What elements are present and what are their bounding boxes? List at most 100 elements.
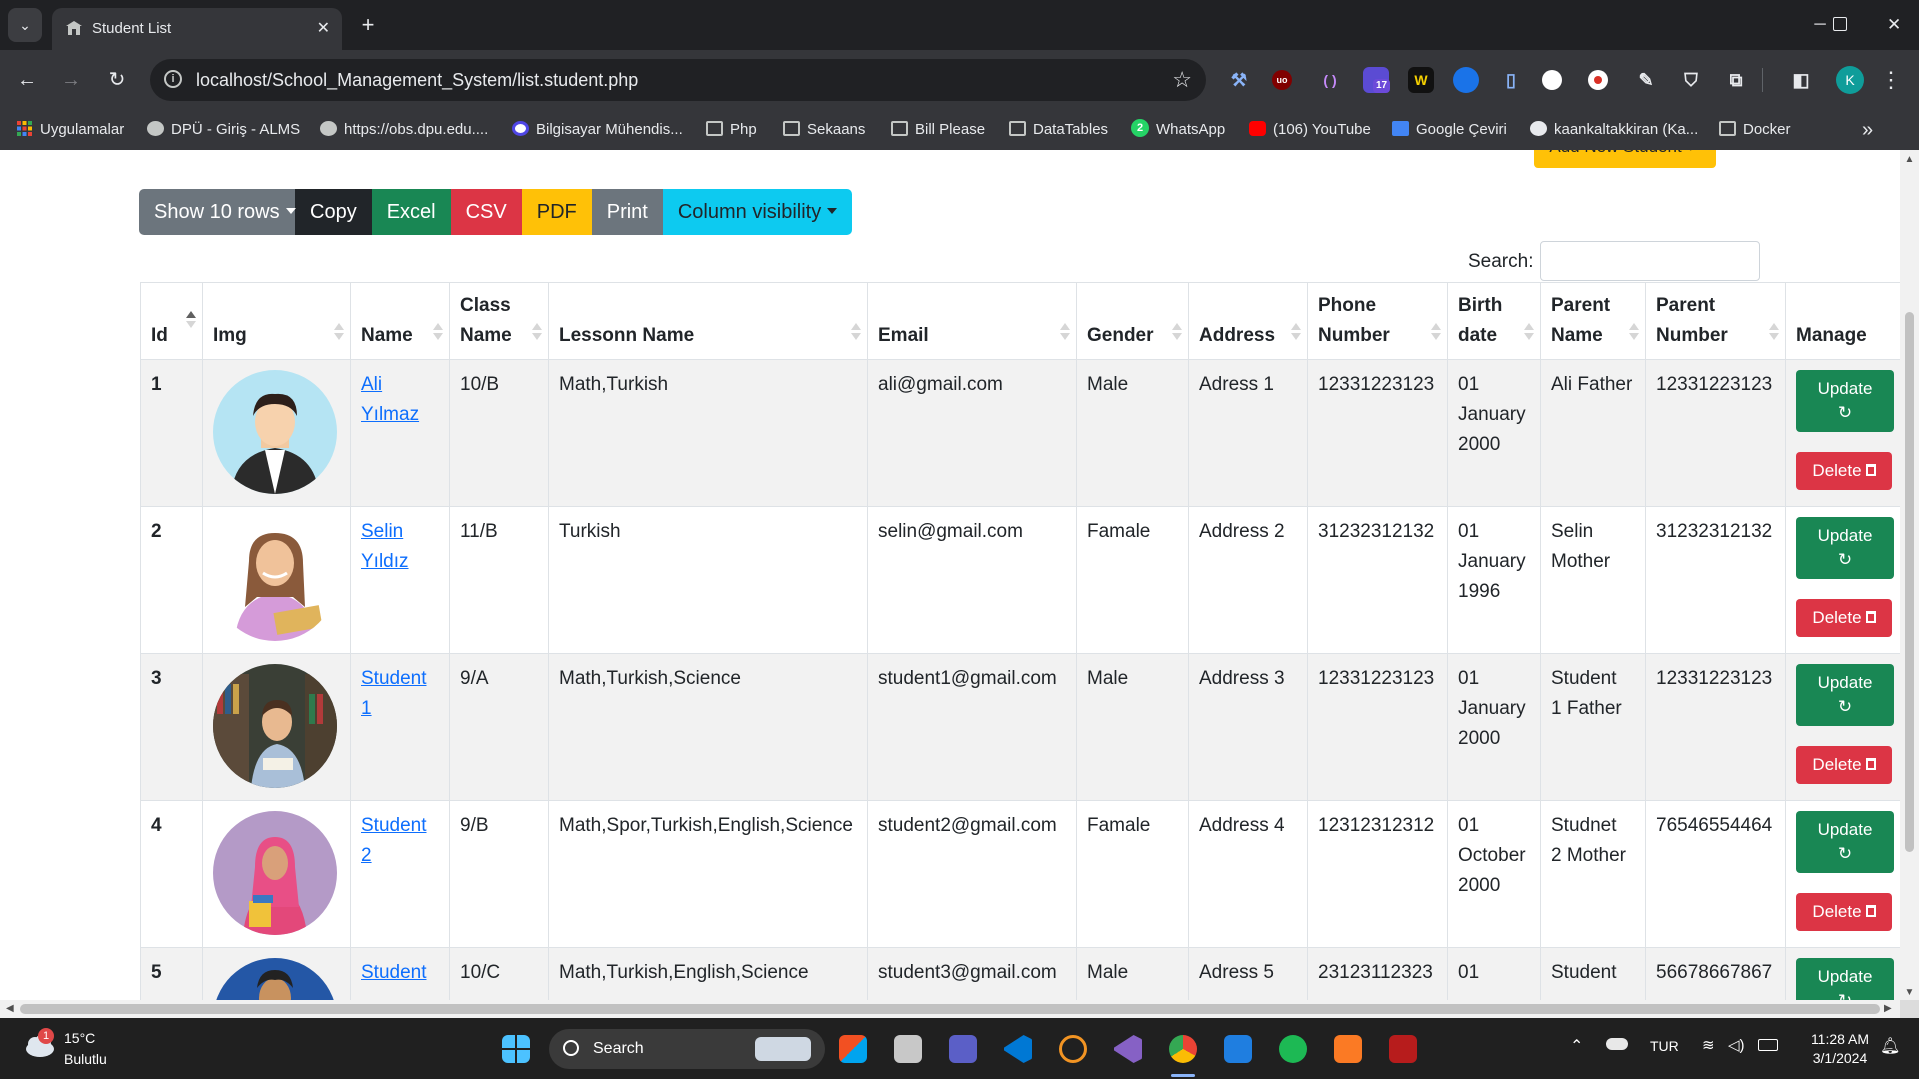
tray-chevron-up-icon[interactable]: ⌃: [1570, 1036, 1583, 1056]
eyedropper-extension-icon[interactable]: ✎: [1633, 67, 1659, 93]
th-parent-number[interactable]: Parent Number: [1645, 282, 1786, 360]
student-name-link[interactable]: Ali Yılmaz: [361, 374, 419, 425]
print-button[interactable]: Print: [591, 189, 663, 235]
brackets-extension-icon[interactable]: ( ): [1317, 67, 1343, 93]
delete-button[interactable]: Delete: [1796, 599, 1892, 637]
dev-tools-extension-icon[interactable]: ⚒: [1226, 67, 1252, 93]
notification-bell-icon[interactable]: 🔔︎: [1880, 1036, 1900, 1056]
bookmark-uygulamalar[interactable]: Uygulamalar: [16, 110, 124, 150]
horizontal-scroll-thumb[interactable]: [20, 1004, 1880, 1014]
th-img[interactable]: Img: [202, 282, 351, 360]
close-window-icon[interactable]: ✕: [1887, 0, 1901, 50]
scroll-right-arrow-icon[interactable]: ▶: [1884, 1000, 1892, 1018]
student-name-link[interactable]: Selin Yıldız: [361, 521, 409, 572]
teams-icon[interactable]: [949, 1035, 977, 1063]
bookmark-sekaans[interactable]: Sekaans: [783, 110, 865, 150]
th-gender[interactable]: Gender: [1076, 282, 1189, 360]
record-extension-icon[interactable]: [1588, 70, 1608, 90]
edge-like-extension-icon[interactable]: [1453, 67, 1479, 93]
delete-button[interactable]: Delete: [1796, 452, 1892, 490]
bookmark-github[interactable]: kaankaltakkiran (Ka...: [1530, 110, 1698, 150]
th-lesson-name[interactable]: Lessonn Name: [548, 282, 868, 360]
bookmark-bill-please[interactable]: Bill Please: [891, 110, 985, 150]
scroll-left-arrow-icon[interactable]: ◀: [6, 1000, 14, 1018]
profile-avatar[interactable]: K: [1836, 66, 1864, 94]
update-button[interactable]: Update↻: [1796, 811, 1894, 873]
column-visibility-dropdown[interactable]: Column visibility: [662, 189, 853, 235]
th-email[interactable]: Email: [867, 282, 1077, 360]
search-input[interactable]: [1540, 241, 1760, 281]
update-button[interactable]: Update↻: [1796, 517, 1894, 579]
bookmark-php[interactable]: Php: [706, 110, 757, 150]
battery-icon[interactable]: [1758, 1039, 1778, 1051]
browser-tab-student-list[interactable]: Student List ✕: [52, 8, 342, 50]
vertical-scrollbar[interactable]: ▲ ▼: [1900, 150, 1919, 1000]
pdf-button[interactable]: PDF: [521, 189, 592, 235]
system-clock[interactable]: 11:28 AM 3/1/2024: [1790, 1030, 1890, 1068]
bookmarks-overflow-icon[interactable]: »: [1862, 110, 1873, 150]
bookmark-docker[interactable]: Docker: [1719, 110, 1791, 150]
vertical-scroll-thumb[interactable]: [1905, 312, 1914, 852]
scroll-up-arrow-icon[interactable]: ▲: [1900, 154, 1919, 165]
new-tab-plus-icon[interactable]: +: [354, 11, 382, 39]
taskbar-search[interactable]: Search: [549, 1029, 825, 1069]
spotify-icon[interactable]: [1279, 1035, 1307, 1063]
site-info-icon[interactable]: i: [164, 70, 182, 88]
bookmark-bilgisayar[interactable]: Bilgisayar Mühendis...: [512, 110, 683, 150]
horizontal-scrollbar[interactable]: ◀ ▶: [0, 1000, 1900, 1018]
vscode-icon[interactable]: [1004, 1035, 1032, 1063]
th-parent-name[interactable]: Parent Name: [1540, 282, 1646, 360]
address-bar[interactable]: i localhost/School_Management_System/lis…: [150, 59, 1206, 101]
student-name-link[interactable]: Student 2: [361, 815, 427, 866]
bookmark-star-icon[interactable]: ☆: [1172, 59, 1192, 101]
tab-search-chevron-icon[interactable]: ⌄: [8, 8, 42, 42]
wifi-icon[interactable]: ≋: [1702, 1036, 1715, 1054]
xampp-icon[interactable]: [1334, 1035, 1362, 1063]
th-phone-number[interactable]: Phone Number: [1307, 282, 1448, 360]
update-button[interactable]: Update↻: [1796, 958, 1894, 1000]
student-name-link[interactable]: Student: [361, 962, 427, 983]
visual-studio-icon[interactable]: [1114, 1035, 1142, 1063]
restore-window-icon[interactable]: [1833, 17, 1847, 31]
sublime-like-icon[interactable]: [1059, 1035, 1087, 1063]
ublock-extension-icon[interactable]: uo: [1272, 70, 1292, 90]
side-panel-icon[interactable]: ◧: [1788, 67, 1814, 93]
browser-menu-icon[interactable]: ⋮: [1880, 66, 1902, 94]
bookmark-dpu-alms[interactable]: DPÜ - Giriş - ALMS: [147, 110, 300, 150]
onedrive-icon[interactable]: [1606, 1038, 1628, 1050]
excel-button[interactable]: Excel: [371, 189, 451, 235]
minimize-icon[interactable]: ─: [1808, 0, 1832, 50]
circle-extension-icon[interactable]: [1542, 70, 1562, 90]
th-id[interactable]: Id: [140, 282, 203, 360]
th-name[interactable]: Name: [350, 282, 450, 360]
mail-icon[interactable]: [1224, 1035, 1252, 1063]
shield-extension-icon[interactable]: ⛉: [1678, 67, 1704, 93]
back-arrow-icon[interactable]: ←: [11, 64, 43, 96]
bookmark-google-ceviri[interactable]: Google Çeviri: [1392, 110, 1507, 150]
copy-button[interactable]: Copy: [295, 189, 372, 235]
office-app-icon[interactable]: [839, 1035, 867, 1063]
scroll-down-arrow-icon[interactable]: ▼: [1900, 987, 1919, 998]
student-name-link[interactable]: Student 1: [361, 668, 427, 719]
forward-arrow-icon[interactable]: →: [55, 64, 87, 96]
add-new-student-button[interactable]: Add New Student ✓: [1534, 150, 1716, 168]
w-extension-icon[interactable]: W: [1408, 67, 1434, 93]
th-birth-date[interactable]: Birth date: [1447, 282, 1541, 360]
show-rows-dropdown[interactable]: Show 10 rows: [139, 189, 296, 235]
extensions-puzzle-icon[interactable]: ⧉: [1723, 67, 1749, 93]
bookmark-youtube[interactable]: (106) YouTube: [1249, 110, 1371, 150]
tab-close-icon[interactable]: ✕: [317, 8, 330, 50]
th-address[interactable]: Address: [1188, 282, 1308, 360]
url-text[interactable]: localhost/School_Management_System/list.…: [196, 59, 638, 101]
file-explorer-icon[interactable]: [894, 1035, 922, 1063]
th-class-name[interactable]: Class Name: [449, 282, 549, 360]
update-button[interactable]: Update↻: [1796, 664, 1894, 726]
language-indicator[interactable]: TUR: [1650, 1038, 1679, 1054]
document-extension-icon[interactable]: ▯: [1498, 67, 1524, 93]
delete-button[interactable]: Delete: [1796, 893, 1892, 931]
delete-button[interactable]: Delete: [1796, 746, 1892, 784]
bookmark-obs[interactable]: https://obs.dpu.edu....: [320, 110, 488, 150]
csv-button[interactable]: CSV: [450, 189, 522, 235]
bookmark-datatables[interactable]: DataTables: [1009, 110, 1108, 150]
bookmark-whatsapp[interactable]: 2 WhatsApp: [1131, 110, 1225, 150]
